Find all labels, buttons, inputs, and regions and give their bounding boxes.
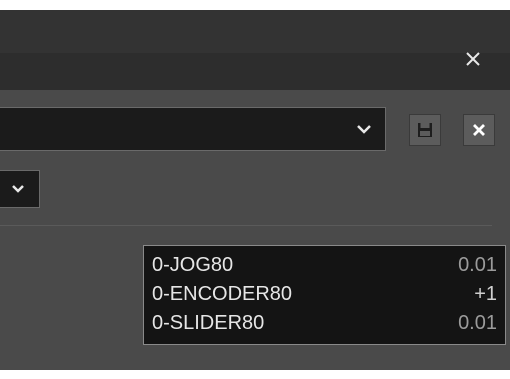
mapping-value: 0.01 bbox=[458, 312, 497, 334]
chevron-down-icon bbox=[357, 125, 371, 134]
mapping-name: 0-SLIDER80 bbox=[152, 312, 265, 334]
chevron-down-icon bbox=[12, 185, 24, 193]
mapping-row[interactable]: 0-SLIDER80 0.01 bbox=[152, 309, 497, 338]
mapping-value: 0.01 bbox=[458, 254, 497, 276]
close-button[interactable] bbox=[458, 44, 488, 74]
mapping-row[interactable]: 0-ENCODER80 +1 bbox=[152, 280, 497, 309]
secondary-dropdown[interactable] bbox=[0, 170, 40, 208]
floppy-disk-icon bbox=[418, 123, 432, 137]
mapping-name: 0-JOG80 bbox=[152, 254, 234, 276]
delete-button[interactable] bbox=[463, 114, 495, 146]
mapping-name: 0-ENCODER80 bbox=[152, 283, 293, 305]
mapping-row[interactable]: 0-JOG80 0.01 bbox=[152, 251, 497, 280]
save-button[interactable] bbox=[409, 114, 441, 146]
title-bar bbox=[0, 10, 510, 90]
mapping-list[interactable]: 0-JOG80 0.01 0-ENCODER80 +1 0-SLIDER80 0… bbox=[143, 245, 506, 345]
section-divider bbox=[0, 225, 492, 226]
close-icon bbox=[473, 124, 485, 136]
preset-dropdown[interactable] bbox=[0, 107, 386, 151]
mapping-value: +1 bbox=[474, 283, 497, 305]
title-bar-strip bbox=[0, 10, 510, 53]
dialog-window: 0-JOG80 0.01 0-ENCODER80 +1 0-SLIDER80 0… bbox=[0, 10, 510, 370]
close-icon bbox=[466, 52, 480, 66]
